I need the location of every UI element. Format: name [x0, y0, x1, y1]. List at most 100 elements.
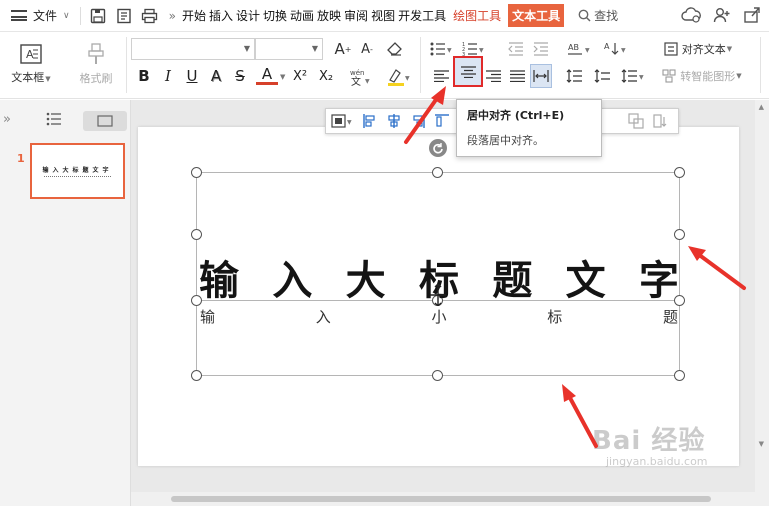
- chevron-down-icon: ∨: [63, 10, 70, 21]
- chevron-down-icon[interactable]: ▼: [280, 73, 285, 81]
- tab-text-tools[interactable]: 文本工具: [508, 4, 565, 27]
- decrease-font-icon[interactable]: A-: [356, 39, 378, 59]
- subscript-button[interactable]: X₂: [315, 65, 337, 87]
- slide-view-icon: [97, 115, 113, 127]
- print-icon[interactable]: [139, 5, 161, 27]
- align-left-icon[interactable]: [430, 65, 452, 87]
- convert-smartart-button[interactable]: 转智能图形 ▼: [655, 66, 749, 86]
- smartart-label: 转智能图形: [680, 70, 736, 83]
- share-icon[interactable]: [743, 6, 761, 24]
- phonetic-guide-icon[interactable]: wén 文 ▼: [346, 66, 376, 88]
- divider: [79, 6, 81, 25]
- file-menu[interactable]: 文件 ∨: [0, 0, 76, 31]
- increase-indent-icon[interactable]: [530, 39, 552, 59]
- bold-button[interactable]: B: [133, 65, 155, 87]
- export-pdf-icon[interactable]: [113, 5, 135, 27]
- distribute-icon[interactable]: [530, 64, 552, 88]
- bring-forward-icon[interactable]: [648, 110, 672, 132]
- italic-button[interactable]: I: [157, 65, 179, 87]
- resize-handle[interactable]: [674, 370, 685, 381]
- resize-handle[interactable]: [674, 167, 685, 178]
- tab-insert[interactable]: 插入: [209, 7, 233, 24]
- line-spacing-icon[interactable]: [563, 65, 585, 87]
- paragraph-spacing-icon[interactable]: [591, 65, 613, 87]
- textbox-button[interactable]: A 文本框▼: [6, 39, 56, 89]
- save-icon[interactable]: [87, 5, 109, 27]
- horizontal-scrollbar[interactable]: [131, 492, 769, 506]
- tab-animation[interactable]: 动画: [290, 7, 314, 24]
- scroll-up-icon[interactable]: ▲: [759, 103, 764, 111]
- search-button[interactable]: 查找: [578, 7, 618, 24]
- title-char: 输: [199, 258, 239, 304]
- title-char: 题: [492, 258, 533, 304]
- shape-style-icon[interactable]: ▼: [326, 110, 358, 132]
- hamburger-icon: [11, 10, 27, 21]
- align-center-shape-icon[interactable]: [382, 110, 406, 132]
- divider: [760, 37, 761, 93]
- chevron-down-icon: ▼: [736, 72, 742, 80]
- align-center-button[interactable]: [453, 56, 483, 87]
- tab-design[interactable]: 设计: [236, 7, 260, 24]
- align-text-button[interactable]: 对齐文本 ▼: [655, 39, 741, 59]
- font-family-select[interactable]: ▼: [131, 38, 255, 60]
- font-color-button[interactable]: A: [256, 65, 278, 85]
- slide-subtitle[interactable]: 输 入 小 标 题: [200, 306, 678, 327]
- highlight-color-button[interactable]: ▼: [384, 66, 414, 88]
- strikethrough-button[interactable]: S: [229, 65, 251, 87]
- increase-font-icon[interactable]: A +: [332, 39, 354, 59]
- dropdown-arrow-icon: ▼: [45, 75, 51, 83]
- more-chevron-icon[interactable]: »: [169, 9, 176, 23]
- tab-home[interactable]: 开始: [182, 7, 206, 24]
- justify-icon[interactable]: [506, 65, 528, 87]
- chevron-down-icon: ▼: [726, 45, 733, 53]
- resize-handle[interactable]: [191, 229, 202, 240]
- resize-handle[interactable]: [432, 370, 443, 381]
- title-char: 字: [638, 258, 679, 304]
- superscript-button[interactable]: X²: [289, 65, 311, 87]
- tab-review[interactable]: 审阅: [344, 7, 368, 24]
- align-left-shape-icon[interactable]: [358, 110, 382, 132]
- tab-developer[interactable]: 开发工具: [398, 7, 446, 24]
- group-icon[interactable]: [624, 110, 648, 132]
- svg-text:▼: ▼: [639, 74, 644, 81]
- user-add-icon[interactable]: [713, 6, 731, 24]
- format-painter-button[interactable]: 格式刷: [72, 39, 120, 89]
- align-center-icon: [461, 66, 476, 78]
- watermark-url: jingyan.baidu.com: [606, 455, 708, 468]
- tab-view[interactable]: 视图: [371, 7, 395, 24]
- text-sort-icon[interactable]: A ▼: [603, 39, 629, 59]
- spacing-options-icon[interactable]: ▼: [619, 65, 647, 87]
- resize-handle[interactable]: [432, 167, 443, 178]
- tab-transition[interactable]: 切换: [263, 7, 287, 24]
- outline-view-tab[interactable]: [46, 112, 68, 130]
- slide-thumbnail[interactable]: 输入大标题文字: [30, 143, 125, 199]
- title-char: 文: [565, 258, 606, 304]
- clear-format-icon[interactable]: [384, 39, 406, 59]
- collapse-panel-icon[interactable]: »: [3, 112, 11, 127]
- menu-bar: 文件 ∨ » 开始 插入 设计 切换 动画 放映 审阅 视图 开发工具 绘图工具…: [0, 0, 769, 32]
- tab-slideshow[interactable]: 放映: [317, 7, 341, 24]
- text-shadow-button[interactable]: A: [205, 65, 227, 87]
- bullet-list-icon[interactable]: ▼: [428, 39, 454, 59]
- resize-handle[interactable]: [191, 370, 202, 381]
- underline-button[interactable]: U: [181, 65, 203, 87]
- align-right-icon[interactable]: [482, 65, 504, 87]
- align-top-shape-icon[interactable]: [430, 110, 454, 132]
- align-right-shape-icon[interactable]: [406, 110, 430, 132]
- format-painter-label: 格式刷: [79, 71, 113, 85]
- decrease-indent-icon[interactable]: [505, 39, 527, 59]
- resize-handle[interactable]: [191, 167, 202, 178]
- horizontal-scroll-thumb[interactable]: [171, 496, 711, 502]
- outline-icon: [46, 112, 61, 126]
- svg-text:AB: AB: [568, 43, 579, 52]
- rotate-handle-icon[interactable]: [429, 139, 447, 157]
- resize-handle[interactable]: [674, 229, 685, 240]
- vertical-scrollbar[interactable]: ▲ ▼: [755, 100, 769, 492]
- divider: [420, 37, 421, 93]
- slide-view-tab[interactable]: [83, 111, 127, 131]
- tab-draw-tools[interactable]: 绘图工具: [453, 7, 501, 24]
- scroll-down-icon[interactable]: ▼: [759, 440, 764, 448]
- cloud-sync-icon[interactable]: [681, 6, 701, 24]
- font-size-select[interactable]: ▼: [255, 38, 323, 60]
- text-direction-icon[interactable]: AB ▼: [567, 39, 593, 59]
